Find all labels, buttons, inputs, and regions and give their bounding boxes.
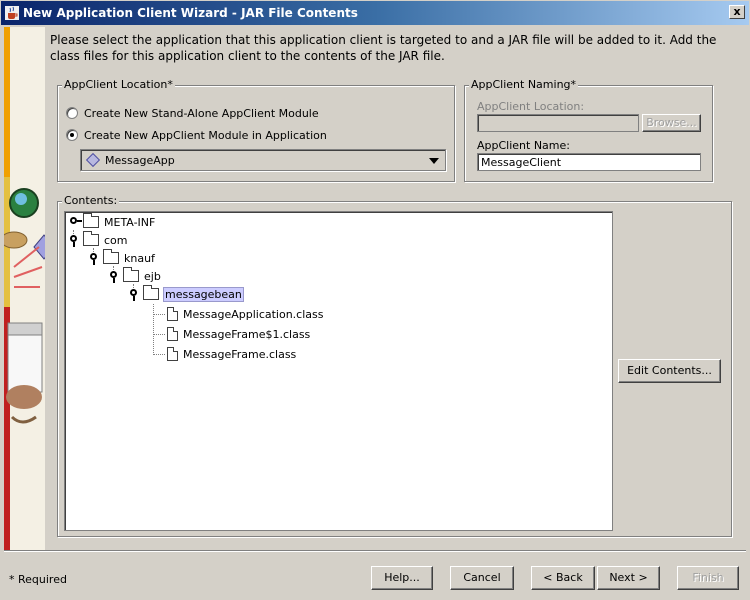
finish-button: Finish (677, 566, 739, 590)
cancel-button[interactable]: Cancel (450, 566, 514, 590)
appclient-location-legend: AppClient Location* (62, 78, 175, 92)
appclient-naming-legend: AppClient Naming* (469, 78, 579, 92)
collapsed-toggle-icon[interactable] (69, 216, 82, 228)
contents-legend: Contents: (62, 194, 120, 208)
wizard-description: Please select the application that this … (50, 33, 717, 63)
app-module-radio[interactable] (66, 129, 78, 141)
tree-connector (153, 304, 154, 355)
expanded-toggle-icon[interactable] (129, 288, 139, 301)
tree-node-label: MessageApplication.class (183, 307, 324, 321)
tree-connector (153, 314, 165, 315)
tree-node[interactable]: knauf (89, 249, 156, 267)
standalone-module-option[interactable]: Create New Stand-Alone AppClient Module (66, 105, 319, 121)
standalone-module-label: Create New Stand-Alone AppClient Module (84, 106, 319, 120)
java-cup-icon (5, 6, 19, 20)
appclient-name-label: AppClient Name: (477, 139, 570, 152)
file-icon (167, 327, 178, 341)
next-button[interactable]: Next > (597, 566, 660, 590)
tree-node[interactable]: MessageFrame.class (167, 345, 297, 363)
appclient-name-field[interactable]: MessageClient (477, 153, 701, 171)
tree-node-label: MessageFrame$1.class (183, 327, 311, 341)
close-button[interactable]: x (729, 5, 745, 19)
tree-node-label: META-INF (104, 215, 156, 229)
tree-connector (153, 354, 165, 355)
tree-node[interactable]: ejb (109, 267, 162, 285)
tree-node-label: ejb (144, 269, 161, 283)
application-select[interactable]: MessageApp (80, 149, 446, 171)
back-button[interactable]: < Back (531, 566, 595, 590)
wizard-side-art (4, 27, 45, 551)
tree-node[interactable]: MessageApplication.class (167, 305, 324, 323)
appclient-location-group: AppClient Location* Create New Stand-Alo… (57, 78, 455, 182)
folder-icon (83, 213, 99, 228)
expanded-toggle-icon[interactable] (109, 270, 119, 283)
tree-node-label: knauf (124, 251, 155, 265)
standalone-module-radio[interactable] (66, 107, 78, 119)
tree-node-label: MessageFrame.class (183, 347, 297, 361)
app-module-label: Create New AppClient Module in Applicati… (84, 128, 327, 142)
help-button[interactable]: Help... (371, 566, 433, 590)
folder-icon (83, 231, 99, 246)
footer-separator (4, 550, 746, 552)
jar-contents-tree[interactable]: META-INF com knauf ejb messagebean Messa… (64, 211, 613, 531)
tree-node[interactable]: MessageFrame$1.class (167, 325, 311, 343)
expanded-toggle-icon[interactable] (69, 234, 79, 247)
appclient-naming-group: AppClient Naming* AppClient Location: Br… (464, 78, 713, 182)
expanded-toggle-icon[interactable] (89, 252, 99, 265)
tree-node-label-selected: messagebean (163, 286, 244, 302)
file-icon (167, 307, 178, 321)
tree-connector (153, 334, 165, 335)
required-note: * Required (9, 573, 67, 586)
application-icon (85, 152, 101, 168)
browse-button: Browse... (642, 114, 701, 132)
tree-node[interactable]: com (69, 231, 129, 249)
tree-node[interactable]: messagebean (129, 285, 244, 303)
appclient-location-label: AppClient Location: (477, 100, 585, 113)
window-title: New Application Client Wizard - JAR File… (23, 6, 358, 20)
file-icon (167, 347, 178, 361)
folder-icon (123, 267, 139, 282)
folder-icon (143, 285, 159, 300)
chevron-down-icon[interactable] (429, 158, 439, 164)
edit-contents-button[interactable]: Edit Contents... (618, 359, 721, 383)
application-select-value: MessageApp (105, 154, 175, 167)
title-bar: New Application Client Wizard - JAR File… (0, 0, 750, 26)
tree-node[interactable]: META-INF (69, 213, 156, 231)
app-module-option[interactable]: Create New AppClient Module in Applicati… (66, 127, 327, 143)
folder-icon (103, 249, 119, 264)
appclient-location-field (477, 114, 639, 132)
tree-node-label: com (104, 233, 128, 247)
